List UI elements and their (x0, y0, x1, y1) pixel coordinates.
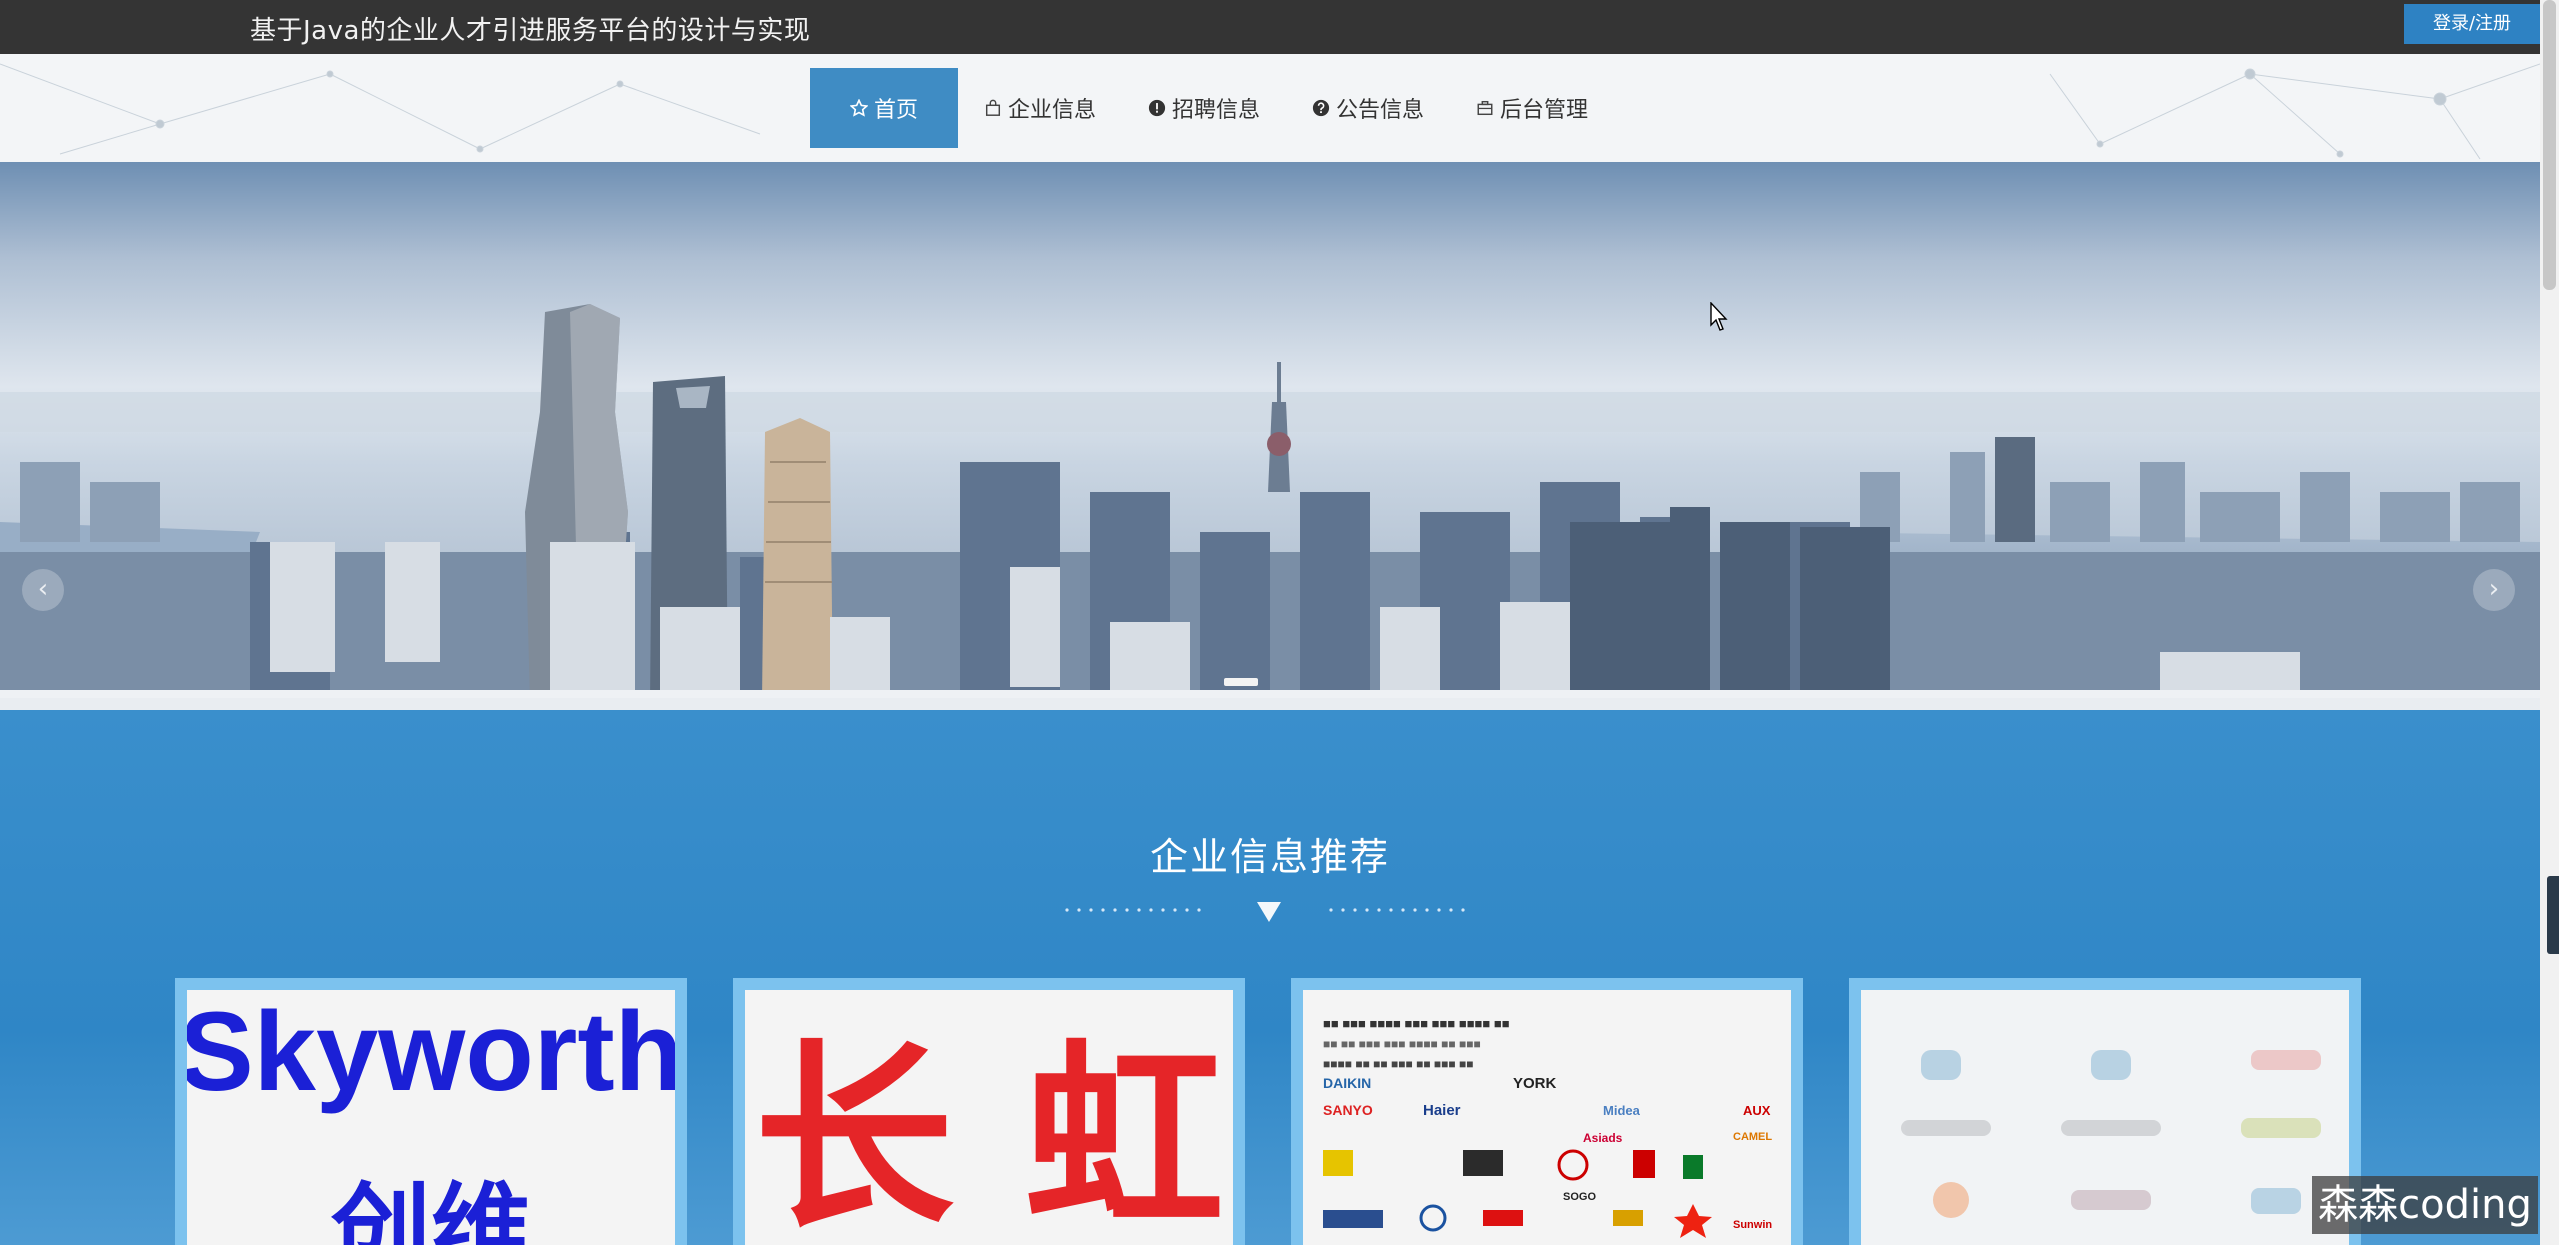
svg-text:■■ ■■■ ■■■■ ■■■ ■■■ ■■■■ ■■: ■■ ■■■ ■■■■ ■■■ ■■■ ■■■■ ■■ (1323, 1016, 1510, 1031)
skyworth-logo: Skyworth 创维 (187, 990, 675, 1245)
nav-announcement-info-label: 公告信息 (1336, 98, 1425, 123)
company-logo-skyworth: Skyworth 创维 (187, 990, 675, 1245)
logo-sunwin: Sunwin (1733, 1219, 1772, 1231)
side-float-handle[interactable] (2547, 876, 2559, 954)
logo-text-changhong: 长 虹 (754, 1023, 1224, 1245)
banner-carousel: ‹ › (0, 162, 2540, 698)
section-divider (1065, 902, 1465, 922)
star-icon (849, 99, 868, 117)
briefcase-icon (1476, 99, 1494, 117)
site-title: 基于Java的企业人才引进服务平台的设计与实现 (250, 16, 811, 46)
city-skyline-image (0, 162, 2540, 698)
carousel-prev-button[interactable]: ‹ (22, 569, 64, 611)
nav-recruitment-info[interactable]: 招聘信息 (1122, 68, 1286, 148)
carousel-next-button[interactable]: › (2473, 569, 2515, 611)
logo-daikin: DAIKIN (1323, 1075, 1371, 1091)
exclamation-circle-icon (1148, 99, 1166, 117)
blurred-logos (1901, 1050, 2321, 1218)
question-circle-icon (1312, 99, 1330, 117)
nav-company-info-label: 企业信息 (1008, 98, 1097, 123)
nav-area: 首页 企业信息 招聘信息 公告信息 后台管理 (0, 54, 2540, 162)
company-card-changhong[interactable]: 长 虹 (733, 978, 1245, 1245)
nav-announcement-info[interactable]: 公告信息 (1286, 68, 1450, 148)
company-logo-changhong: 长 虹 (745, 990, 1233, 1245)
company-logo-wall: ■■ ■■■ ■■■■ ■■■ ■■■ ■■■■ ■■ ■■ ■■ ■■■ ■■… (1303, 990, 1791, 1245)
page-scrollbar[interactable] (2540, 0, 2559, 1245)
logo-york: YORK (1513, 1075, 1557, 1092)
main-nav: 首页 企业信息 招聘信息 公告信息 后台管理 (810, 68, 1614, 148)
company-card-logo-wall[interactable]: ■■ ■■■ ■■■■ ■■■ ■■■ ■■■■ ■■ ■■ ■■ ■■■ ■■… (1291, 978, 1803, 1245)
carousel-indicator[interactable] (1224, 678, 1258, 686)
nav-recruitment-info-label: 招聘信息 (1172, 98, 1261, 123)
logo-sogo: SOGO (1563, 1191, 1596, 1203)
mouse-cursor-icon (1710, 302, 1728, 331)
nav-company-info[interactable]: 企业信息 (958, 68, 1122, 148)
logo-midea: Midea (1603, 1103, 1641, 1118)
section-title: 企业信息推荐 (1149, 835, 1390, 879)
company-card-blurred[interactable] (1849, 978, 2361, 1245)
svg-text:■■■■ ■■ ■■ ■■■ ■■ ■■■ ■■: ■■■■ ■■ ■■ ■■■ ■■ ■■■ ■■ (1323, 1057, 1473, 1071)
svg-text:■■ ■■ ■■■ ■■■ ■■■■ ■■ ■■■: ■■ ■■ ■■■ ■■■ ■■■■ ■■ ■■■ (1323, 1037, 1481, 1051)
brand-logo-wall: ■■ ■■■ ■■■■ ■■■ ■■■ ■■■■ ■■ ■■ ■■ ■■■ ■■… (1323, 1016, 1772, 1238)
logo-text-skyworth: Skyworth (187, 990, 675, 1114)
logo-haier: Haier (1423, 1102, 1461, 1119)
logo-sanyo: SANYO (1323, 1102, 1373, 1118)
watermark: 森森coding (2312, 1176, 2538, 1234)
top-bar: 基于Java的企业人才引进服务平台的设计与实现 登录/注册 (0, 0, 2540, 54)
company-logo-blurred (1861, 990, 2349, 1245)
nav-home[interactable]: 首页 (810, 68, 958, 148)
logo-aux: AUX (1743, 1103, 1771, 1118)
bag-icon (984, 99, 1002, 117)
logo-camel: CAMEL (1733, 1131, 1772, 1143)
nav-admin-label: 后台管理 (1500, 98, 1589, 123)
changhong-logo: 长 虹 (754, 1023, 1224, 1245)
logo-asiads: Asiads (1583, 1131, 1623, 1145)
nav-admin[interactable]: 后台管理 (1450, 68, 1614, 148)
logo-text-chuangwei: 创维 (330, 1172, 531, 1245)
company-card-skyworth[interactable]: Skyworth 创维 (175, 978, 687, 1245)
nav-home-label: 首页 (873, 98, 918, 123)
login-register-button[interactable]: 登录/注册 (2404, 4, 2540, 44)
company-recommend-section: 企业信息推荐 Skyworth 创维 长 虹 ■■ ■■■ ■■■■ ■■■ ■… (0, 710, 2540, 1245)
scrollbar-thumb[interactable] (2543, 0, 2556, 290)
